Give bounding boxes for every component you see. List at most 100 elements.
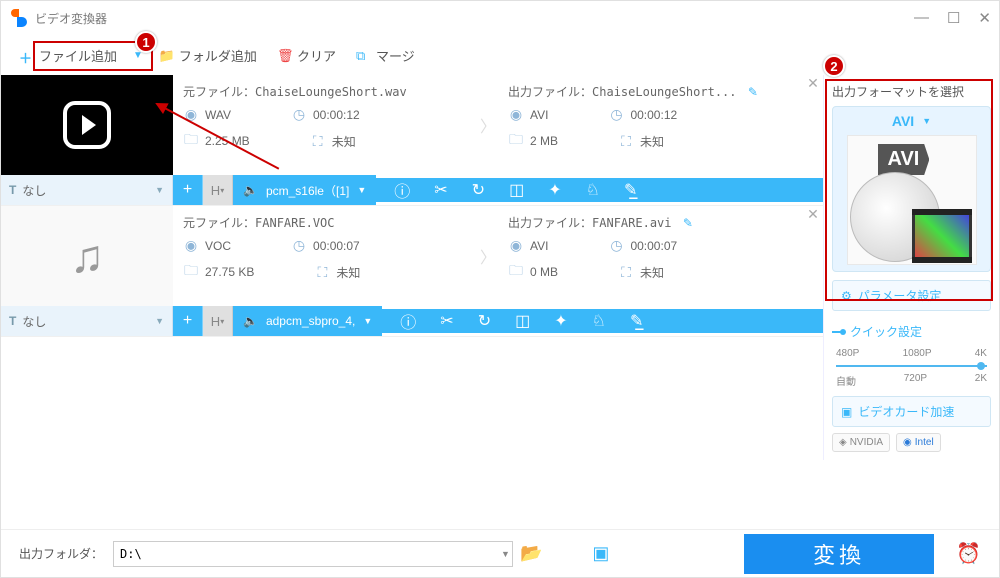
sidebar-title: 出力フォーマットを選択 (832, 83, 991, 100)
output-format: AVI (530, 239, 548, 253)
hd-button[interactable]: H▾ (203, 306, 233, 336)
text-icon: T (9, 314, 16, 328)
avi-badge: AVI (878, 144, 930, 175)
quality-slider[interactable]: 480P1080P4K 自動720P2K (832, 348, 991, 388)
output-info: 出力ファイル：FANFARE.avi ✎ ◉AVI ◷00:00:07 🗀0 M… (498, 206, 803, 306)
audio-codec-dropdown[interactable]: 🔈adpcm_sbpro_4,▼ (233, 306, 382, 336)
gpu-accel-button[interactable]: ▣ビデオカード加速 (832, 396, 991, 427)
maximize-icon[interactable]: ☐ (947, 9, 960, 27)
intel-badge: ◉Intel (896, 433, 941, 452)
format-icon: ◉ (508, 106, 524, 123)
params-label: パラメータ設定 (858, 287, 942, 304)
subtitle-dropdown[interactable]: Tなし▼ (1, 306, 173, 336)
output-folder-label: 出力フォルダ： (19, 545, 103, 562)
subtitle-edit-icon[interactable]: ✎̲ (630, 311, 643, 331)
format-preview: AVI (847, 135, 977, 265)
add-folder-label: フォルダ追加 (179, 46, 257, 65)
output-size: 0 MB (530, 265, 558, 279)
add-track-button[interactable]: + (173, 306, 203, 336)
thumbnail[interactable] (1, 75, 173, 175)
film-icon (912, 212, 972, 260)
cut-icon[interactable]: ✂ (440, 311, 453, 331)
output-format: AVI (530, 108, 548, 122)
footer: 出力フォルダ： ▼ 📂 ▣ 変換 ⏰ (1, 529, 999, 577)
source-info: 元ファイル：FANFARE.VOC ◉VOC ◷00:00:07 🗀27.75 … (173, 206, 478, 306)
nvidia-badge: ◈NVIDIA (832, 433, 890, 452)
watermark-icon[interactable]: ♘ (586, 180, 600, 200)
minimize-icon[interactable]: — (914, 9, 929, 27)
output-folder-input[interactable] (113, 541, 513, 567)
source-dim: 未知 (332, 133, 356, 150)
clear-button[interactable]: 🗑 クリア (267, 42, 346, 69)
convert-button[interactable]: 変換 (744, 534, 934, 574)
source-dim: 未知 (336, 264, 360, 281)
merge-label: マージ (376, 46, 415, 65)
subtitle-edit-icon[interactable]: ✎̲ (624, 180, 637, 200)
thumbnail[interactable]: ♫ (1, 206, 173, 306)
arrow-icon: 〉 (478, 206, 498, 306)
merge-button[interactable]: ⧉ マージ (346, 42, 425, 69)
output-filename: ChaiseLoungeShort... (592, 85, 737, 99)
play-icon (63, 101, 111, 149)
file-list: 元ファイル：ChaiseLoungeShort.wav ◉WAV ◷00:00:… (1, 75, 823, 460)
add-file-button[interactable]: ＋ ファイル追加 (9, 42, 127, 69)
open-folder-icon[interactable]: ▣ (592, 543, 609, 564)
parameter-settings-button[interactable]: ⚙パラメータ設定 (832, 280, 991, 311)
watermark-icon[interactable]: ♘ (592, 311, 606, 331)
source-duration: 00:00:12 (313, 108, 360, 122)
source-format: WAV (205, 108, 231, 122)
edit-icon[interactable]: ✎ (748, 85, 758, 99)
format-icon: ◉ (508, 237, 524, 254)
hd-button[interactable]: H▾ (203, 175, 233, 205)
browse-folder-icon[interactable]: 📂 (520, 543, 542, 564)
info-icon[interactable]: ⓘ (394, 178, 410, 202)
size-icon: 🗀 (508, 129, 524, 153)
edit-icon[interactable]: ✎ (683, 216, 693, 230)
quick-label: クイック設定 (850, 323, 922, 340)
file-controlbar: Tなし▼ + H▾ 🔈adpcm_sbpro_4,▼ ⓘ ✂ ↻ ◫ ✦ ♘ ✎… (1, 306, 823, 336)
output-dim: 未知 (640, 133, 664, 150)
rotate-icon[interactable]: ↻ (478, 311, 491, 331)
remove-file-button[interactable]: ✕ (803, 206, 823, 306)
info-icon[interactable]: ⓘ (400, 309, 416, 333)
clock-icon: ◷ (291, 106, 307, 123)
source-info: 元ファイル：ChaiseLoungeShort.wav ◉WAV ◷00:00:… (173, 75, 478, 175)
music-icon: ♫ (70, 229, 105, 283)
add-track-button[interactable]: + (173, 175, 203, 205)
window-title: ビデオ変換器 (35, 10, 107, 27)
output-format-selector[interactable]: AVI AVI (832, 106, 991, 272)
arrow-icon: 〉 (478, 75, 498, 175)
intel-icon: ◉ (903, 437, 912, 448)
codec-value: pcm_s16le（[1] (266, 182, 349, 199)
remove-file-button[interactable]: ✕ (803, 75, 823, 175)
crop-icon[interactable]: ◫ (515, 311, 530, 331)
dim-icon: ⛶ (310, 133, 326, 150)
file-controlbar: Tなし▼ + H▾ 🔈pcm_s16le（[1]▼ ⓘ ✂ ↻ ◫ ✦ ♘ ✎̲ (1, 175, 823, 205)
sidebar: 出力フォーマットを選択 AVI AVI ⚙パラメータ設定 クイック設定 480P… (823, 75, 999, 460)
subtitle-dropdown[interactable]: Tなし▼ (1, 175, 173, 205)
source-size: 27.75 KB (205, 265, 254, 279)
rotate-icon[interactable]: ↻ (472, 180, 485, 200)
add-folder-button[interactable]: 📁 フォルダ追加 (149, 42, 267, 69)
subtitle-value: なし (22, 313, 46, 330)
annotation-badge-2: 2 (823, 55, 845, 77)
source-duration: 00:00:07 (313, 239, 360, 253)
effect-icon[interactable]: ✦ (554, 311, 567, 331)
schedule-icon[interactable]: ⏰ (956, 541, 981, 566)
text-icon: T (9, 183, 16, 197)
output-dim: 未知 (640, 264, 664, 281)
crop-icon[interactable]: ◫ (509, 180, 524, 200)
source-format: VOC (205, 239, 231, 253)
output-duration: 00:00:12 (630, 108, 677, 122)
output-label: 出力ファイル： (508, 216, 592, 230)
chip-icon: ▣ (841, 405, 852, 419)
audio-codec-dropdown[interactable]: 🔈pcm_s16le（[1]▼ (233, 175, 376, 205)
edit-toolstrip: ⓘ ✂ ↻ ◫ ✦ ♘ ✎̲ (382, 309, 823, 333)
source-label: 元ファイル： (183, 85, 255, 99)
effect-icon[interactable]: ✦ (548, 180, 561, 200)
edit-toolstrip: ⓘ ✂ ↻ ◫ ✦ ♘ ✎̲ (376, 178, 823, 202)
format-icon: ◉ (183, 106, 199, 123)
cut-icon[interactable]: ✂ (434, 180, 447, 200)
close-icon[interactable]: ✕ (978, 9, 991, 27)
speaker-icon: 🔈 (243, 314, 258, 328)
